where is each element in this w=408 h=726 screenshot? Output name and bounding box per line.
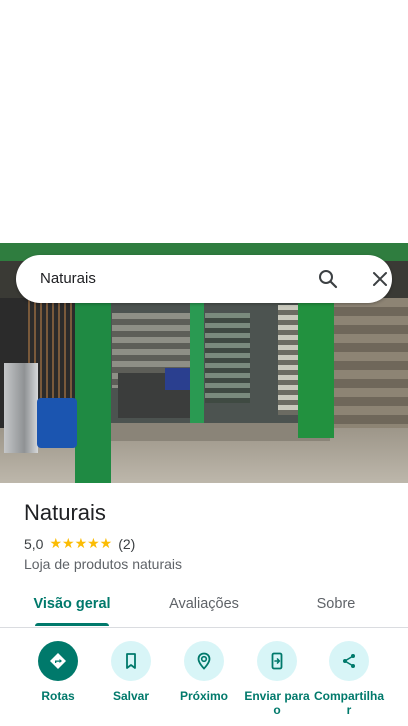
search-icon[interactable]	[316, 267, 340, 291]
directions-button[interactable]: Rotas	[20, 641, 96, 703]
tab-about[interactable]: Sobre	[296, 588, 376, 624]
send-to-phone-icon	[257, 641, 297, 681]
close-icon[interactable]	[368, 267, 392, 291]
directions-icon	[38, 641, 78, 681]
bookmark-icon	[111, 641, 151, 681]
share-label: Compartilha r	[313, 689, 384, 717]
star-rating-icon: ★★★★★	[49, 536, 113, 552]
share-button[interactable]: Compartilha r	[311, 641, 387, 717]
tab-reviews[interactable]: Avaliações	[150, 588, 258, 624]
send-to-phone-label: Enviar para o	[244, 689, 310, 717]
review-count: (2)	[118, 536, 136, 552]
save-button[interactable]: Salvar	[93, 641, 169, 703]
nearby-icon	[184, 641, 224, 681]
place-category[interactable]: Loja de produtos naturais	[24, 556, 182, 572]
search-bar[interactable]: Naturais	[16, 255, 392, 303]
active-tab-indicator	[35, 623, 109, 626]
nearby-button[interactable]: Próximo	[166, 641, 242, 703]
place-title: Naturais	[24, 500, 106, 525]
save-label: Salvar	[112, 689, 150, 703]
tab-overview[interactable]: Visão geral	[22, 588, 122, 624]
rating-row[interactable]: 5,0 ★★★★★ (2)	[24, 535, 135, 553]
map-blank-area	[0, 0, 408, 243]
nearby-label: Próximo	[179, 689, 228, 703]
search-input[interactable]: Naturais	[40, 255, 96, 303]
share-icon	[329, 641, 369, 681]
rating-value: 5,0	[24, 536, 44, 552]
place-tabs: Visão geral Avaliações Sobre	[0, 588, 408, 628]
divider	[0, 627, 408, 628]
send-to-phone-button[interactable]: Enviar para o	[239, 641, 315, 717]
directions-label: Rotas	[41, 689, 75, 703]
